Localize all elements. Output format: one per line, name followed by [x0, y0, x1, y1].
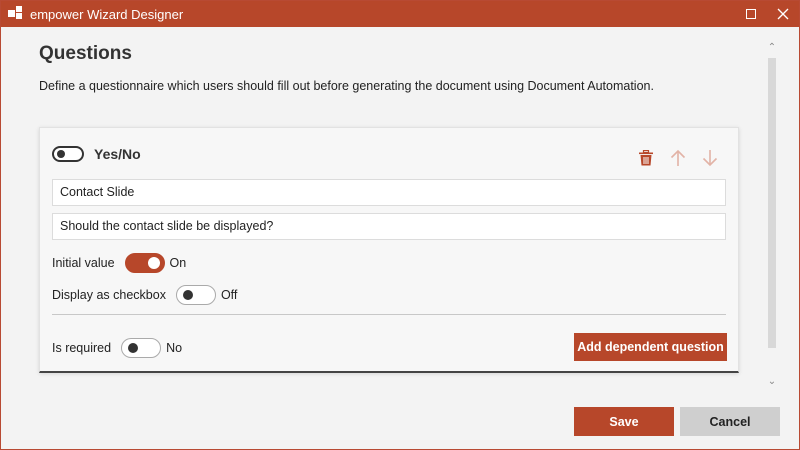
scrollbar-thumb[interactable]: [768, 58, 776, 348]
delete-question-button[interactable]: [636, 148, 656, 168]
question-type-toggle[interactable]: [52, 146, 84, 162]
scroll-down-icon[interactable]: ⌄: [763, 375, 781, 389]
move-down-icon: [702, 150, 718, 167]
display-checkbox-label: Display as checkbox: [52, 288, 166, 302]
question-card: Yes/No Contact Slide Should the contact …: [39, 127, 739, 373]
maximize-icon: [746, 9, 756, 19]
initial-value-state: On: [169, 256, 187, 270]
vertical-scrollbar[interactable]: ⌃ ⌄: [763, 41, 781, 389]
delete-icon: [639, 150, 653, 166]
display-checkbox-row: Display as checkbox Off: [52, 285, 237, 305]
question-title-input[interactable]: Contact Slide: [52, 179, 726, 206]
title-bar: empower Wizard Designer: [1, 1, 799, 27]
move-up-button[interactable]: [668, 148, 688, 168]
is-required-toggle[interactable]: [121, 338, 162, 358]
display-checkbox-toggle[interactable]: [175, 285, 216, 305]
close-button[interactable]: [767, 1, 799, 27]
app-window: empower Wizard Designer Questions Define…: [0, 0, 800, 450]
maximize-button[interactable]: [735, 1, 767, 27]
content-area: Questions Define a questionnaire which u…: [1, 27, 799, 449]
page-description: Define a questionnaire which users shoul…: [39, 79, 654, 93]
is-required-row: Is required No: [52, 338, 182, 358]
is-required-label: Is required: [52, 341, 112, 355]
add-dependent-question-button[interactable]: Add dependent question: [574, 333, 727, 361]
card-divider: [52, 314, 726, 315]
scroll-up-icon[interactable]: ⌃: [763, 41, 781, 55]
display-checkbox-state: Off: [220, 288, 238, 302]
app-logo-icon: [8, 6, 24, 22]
initial-value-label: Initial value: [52, 256, 115, 270]
move-up-icon: [670, 149, 686, 166]
close-icon: [777, 8, 789, 20]
initial-value-row: Initial value On: [52, 253, 186, 273]
cancel-button[interactable]: Cancel: [680, 407, 780, 436]
move-down-button[interactable]: [700, 148, 720, 168]
question-type-label: Yes/No: [94, 146, 141, 162]
is-required-state: No: [166, 341, 183, 355]
save-button[interactable]: Save: [574, 407, 674, 436]
initial-value-toggle[interactable]: [124, 253, 165, 273]
question-text-input[interactable]: Should the contact slide be displayed?: [52, 213, 726, 240]
page-title: Questions: [39, 43, 132, 64]
window-title: empower Wizard Designer: [30, 6, 184, 22]
